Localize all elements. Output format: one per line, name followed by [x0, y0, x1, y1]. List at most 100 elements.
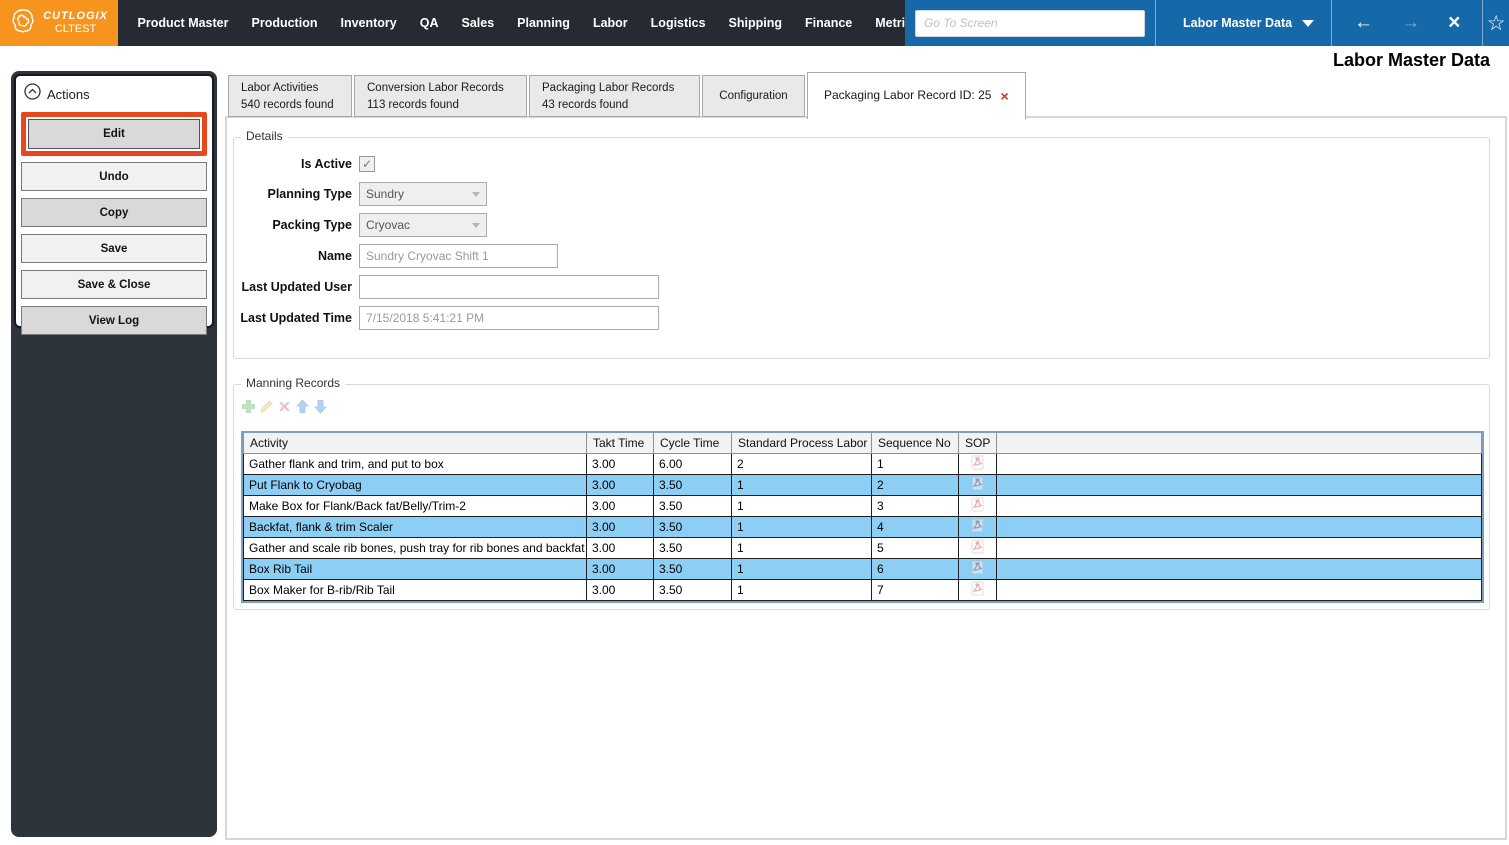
tab-label: Conversion Labor Records	[367, 81, 504, 94]
delete-row-icon[interactable]	[277, 399, 292, 419]
back-arrow-icon[interactable]: ←	[1340, 0, 1387, 46]
cell-blank	[996, 494, 1482, 517]
undo-button[interactable]: Undo	[21, 162, 207, 191]
sop-pdf-icon[interactable]	[971, 497, 984, 515]
sop-pdf-icon[interactable]	[971, 581, 984, 599]
cell-sequence-no: 3	[871, 494, 959, 517]
cell-takt-time: 3.00	[586, 494, 654, 517]
sop-pdf-icon[interactable]	[971, 476, 984, 494]
menu-item-shipping[interactable]: Shipping	[717, 16, 793, 30]
menu-item-sales[interactable]: Sales	[450, 16, 506, 30]
move-down-icon[interactable]	[313, 399, 328, 419]
menu-item-qa[interactable]: QA	[408, 16, 450, 30]
details-legend: Details	[241, 129, 288, 143]
sop-pdf-icon[interactable]	[971, 539, 984, 557]
cell-sequence-no: 5	[871, 536, 959, 559]
table-row[interactable]: Box Rib Tail 3.00 3.50 1 6	[243, 557, 1482, 580]
packing-type-row: Packing Type Cryovac	[234, 213, 1489, 237]
menu-item-production[interactable]: Production	[240, 16, 329, 30]
cell-standard-process-labor: 1	[731, 494, 872, 517]
table-row[interactable]: Backfat, flank & trim Scaler 3.00 3.50 1…	[243, 515, 1482, 538]
record-tabs: Labor Activities 540 records found Conve…	[228, 71, 1028, 119]
edit-row-icon[interactable]	[259, 399, 274, 419]
column-header-takt-time[interactable]: Takt Time	[586, 433, 654, 454]
name-field[interactable]	[359, 244, 558, 268]
cell-takt-time: 3.00	[586, 536, 654, 559]
cell-standard-process-labor: 1	[731, 473, 872, 496]
last-updated-time-row: Last Updated Time	[234, 306, 1489, 330]
menu-item-logistics[interactable]: Logistics	[639, 16, 717, 30]
cutlogix-logo-icon	[10, 8, 36, 39]
cell-standard-process-labor: 1	[731, 515, 872, 538]
column-header-sequence-no[interactable]: Sequence No	[871, 433, 959, 454]
sop-pdf-icon[interactable]	[971, 560, 984, 578]
planning-type-dropdown[interactable]: Sundry	[359, 182, 487, 206]
tab-label: Packaging Labor Record ID: 25	[824, 88, 992, 103]
cell-takt-time: 3.00	[586, 515, 654, 538]
packing-type-dropdown[interactable]: Cryovac	[359, 213, 487, 237]
column-header-standard-process-labor[interactable]: Standard Process Labor	[731, 433, 872, 454]
cell-cycle-time: 6.00	[653, 452, 732, 475]
cell-sequence-no: 6	[871, 557, 959, 580]
last-updated-time-field[interactable]	[359, 306, 659, 330]
column-header-blank	[996, 433, 1482, 454]
menu-item-inventory[interactable]: Inventory	[329, 16, 408, 30]
is-active-checkbox[interactable]: ✓	[359, 155, 375, 172]
sop-pdf-icon[interactable]	[971, 455, 984, 473]
app-logo[interactable]: CUTLOGIX CLTEST	[0, 0, 118, 46]
cell-sequence-no: 4	[871, 515, 959, 538]
view-log-button[interactable]: View Log	[21, 306, 207, 335]
tab-packaging-labor-record-25[interactable]: Packaging Labor Record ID: 25 ×	[807, 72, 1026, 119]
column-header-cycle-time[interactable]: Cycle Time	[653, 433, 732, 454]
column-header-sop[interactable]: SOP	[958, 433, 997, 454]
cell-takt-time: 3.00	[586, 473, 654, 496]
copy-button[interactable]: Copy	[21, 198, 207, 227]
last-updated-user-field[interactable]	[359, 275, 659, 299]
menu-item-product-master[interactable]: Product Master	[126, 16, 240, 30]
tab-record-count: 113 records found	[367, 98, 459, 111]
manning-toolbar	[241, 399, 1489, 419]
menu-item-planning[interactable]: Planning	[506, 16, 582, 30]
screen-selector-dropdown[interactable]: Labor Master Data	[1166, 16, 1331, 30]
name-row: Name	[234, 244, 1489, 268]
chevron-down-icon	[1302, 19, 1315, 27]
screen-selector-label: Labor Master Data	[1183, 16, 1293, 30]
forward-arrow-icon[interactable]: →	[1387, 0, 1434, 46]
actions-panel-header[interactable]: Actions	[24, 83, 207, 105]
planning-type-row: Planning Type Sundry	[234, 182, 1489, 206]
cell-cycle-time: 3.50	[653, 536, 732, 559]
manning-records-section: Manning Records Activity Takt Time Cycle…	[233, 376, 1490, 610]
edit-button[interactable]: Edit	[28, 119, 200, 149]
sop-pdf-icon[interactable]	[971, 518, 984, 536]
actions-panel: Actions Edit Undo Copy Save Save & Close…	[14, 74, 214, 335]
favorite-star-icon[interactable]: ☆	[1487, 11, 1506, 36]
save-and-close-button[interactable]: Save & Close	[21, 270, 207, 299]
go-to-screen-input[interactable]	[915, 9, 1145, 37]
add-row-icon[interactable]	[241, 399, 256, 419]
tab-record-count: 43 records found	[542, 98, 629, 111]
top-navigation-bar: CUTLOGIX CLTEST Product Master Productio…	[0, 0, 1509, 46]
menu-item-finance[interactable]: Finance	[794, 16, 864, 30]
tab-conversion-labor-records[interactable]: Conversion Labor Records 113 records fou…	[354, 75, 527, 117]
tab-labor-activities[interactable]: Labor Activities 540 records found	[228, 75, 352, 117]
table-row[interactable]: Gather flank and trim, and put to box 3.…	[243, 452, 1482, 475]
save-button[interactable]: Save	[21, 234, 207, 263]
cell-blank	[996, 578, 1482, 601]
cell-blank	[996, 557, 1482, 580]
cell-activity: Backfat, flank & trim Scaler	[243, 515, 587, 538]
menu-item-labor[interactable]: Labor	[581, 16, 639, 30]
chevron-down-icon	[472, 222, 480, 228]
cell-blank	[996, 515, 1482, 538]
table-row[interactable]: Box Maker for B-rib/Rib Tail 3.00 3.50 1…	[243, 578, 1482, 601]
tab-configuration[interactable]: Configuration	[702, 75, 805, 117]
cell-activity: Box Maker for B-rib/Rib Tail	[243, 578, 587, 601]
move-up-icon[interactable]	[295, 399, 310, 419]
table-row[interactable]: Put Flank to Cryobag 3.00 3.50 1 2	[243, 473, 1482, 496]
tab-close-icon[interactable]: ×	[1000, 88, 1008, 104]
tab-packaging-labor-records[interactable]: Packaging Labor Records 43 records found	[529, 75, 700, 117]
table-row[interactable]: Gather and scale rib bones, push tray fo…	[243, 536, 1482, 559]
is-active-label: Is Active	[301, 156, 352, 171]
column-header-activity[interactable]: Activity	[243, 433, 587, 454]
table-row[interactable]: Make Box for Flank/Back fat/Belly/Trim-2…	[243, 494, 1482, 517]
close-screen-icon[interactable]: ×	[1434, 0, 1474, 46]
